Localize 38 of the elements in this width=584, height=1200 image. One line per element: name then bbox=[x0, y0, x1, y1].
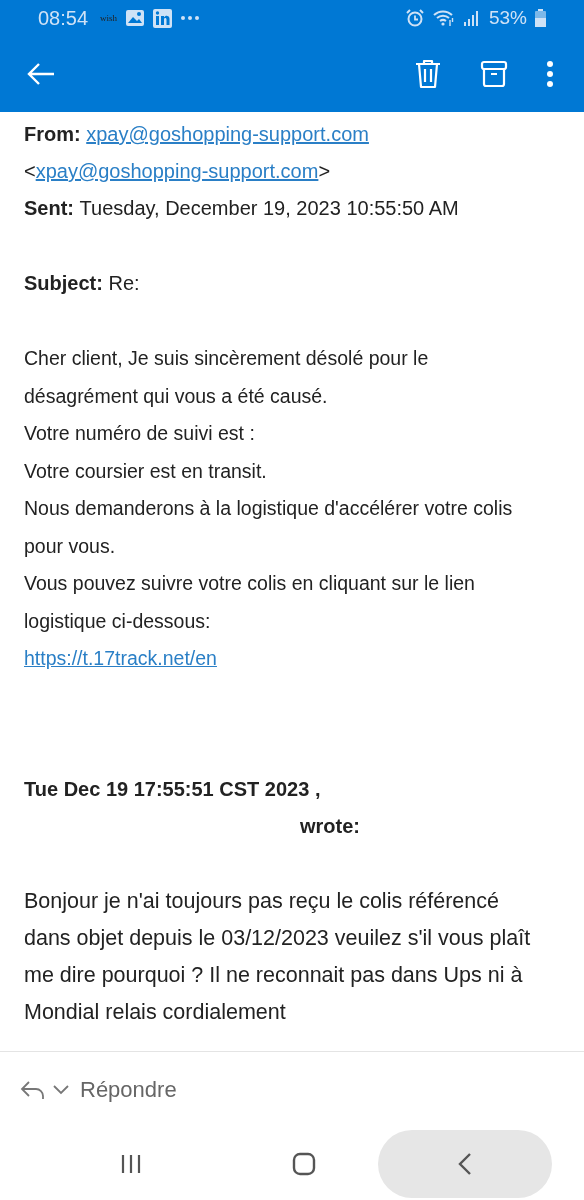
status-time: 08:54 bbox=[38, 6, 89, 30]
subject-label: Subject: bbox=[24, 272, 103, 294]
from-label: From: bbox=[24, 123, 81, 145]
linkedin-icon bbox=[153, 8, 173, 28]
more-options-icon[interactable] bbox=[546, 61, 554, 87]
message-paragraph: Votre coursier est en transit. bbox=[24, 458, 268, 484]
quote-date-line: Tue Dec 19 17:55:51 CST 2023 , bbox=[24, 776, 322, 802]
quote-wrote-label: wrote: bbox=[299, 813, 360, 839]
home-icon[interactable] bbox=[292, 1152, 316, 1176]
signal-icon bbox=[462, 9, 481, 27]
notification-label: wish bbox=[100, 13, 118, 23]
message-paragraph: Cher client, Je suis sincèrement désolé pour le désagrément qui vous a été causé. bbox=[24, 346, 430, 409]
wifi-icon bbox=[432, 9, 455, 27]
sent-date: Tuesday, December 19, 2023 10:55:50 AM bbox=[79, 197, 459, 219]
subject-text: Re: bbox=[108, 272, 140, 294]
quoted-message: Bonjour je n'ai toujours pas reçu le colis référencé dans objet depuis le 03/12/2023 veuilez s'il vous plaît me dire pourquoi ? Il ne reconnait pas dans Ups ni à Mondial relais cordialement bbox=[24, 887, 532, 1026]
chevron-down-icon bbox=[52, 1084, 70, 1096]
sender-email-link[interactable]: xpay@goshopping-support.com bbox=[86, 123, 369, 145]
recent-apps-icon[interactable] bbox=[120, 1153, 142, 1175]
reply-icon bbox=[20, 1079, 46, 1101]
message-paragraph: Vous pouvez suivre votre colis en cliquant sur le lien logistique ci-dessous: bbox=[24, 571, 476, 634]
back-arrow-icon[interactable] bbox=[26, 62, 56, 86]
message-paragraph: Votre numéro de suivi est : bbox=[24, 421, 256, 446]
back-chevron-icon bbox=[458, 1152, 472, 1176]
battery-icon bbox=[535, 9, 546, 27]
image-icon bbox=[125, 9, 146, 27]
sender-email-link[interactable]: xpay@goshopping-support.com bbox=[35, 160, 319, 182]
delete-icon[interactable] bbox=[414, 59, 442, 89]
sent-label: Sent: bbox=[24, 197, 74, 219]
archive-icon[interactable] bbox=[480, 60, 508, 88]
alarm-icon bbox=[404, 8, 425, 28]
close-bracket: > bbox=[318, 160, 331, 182]
battery-percentage: 53% bbox=[488, 7, 527, 29]
more-notifications-icon bbox=[180, 15, 201, 21]
message-paragraph: Nous demanderons à la logistique d'accélérer votre colis pour vous. bbox=[24, 496, 514, 559]
reply-button[interactable]: Répondre bbox=[20, 1077, 177, 1103]
tracking-link[interactable]: https://t.17track.net/en bbox=[24, 640, 217, 678]
open-bracket: < bbox=[24, 160, 36, 182]
